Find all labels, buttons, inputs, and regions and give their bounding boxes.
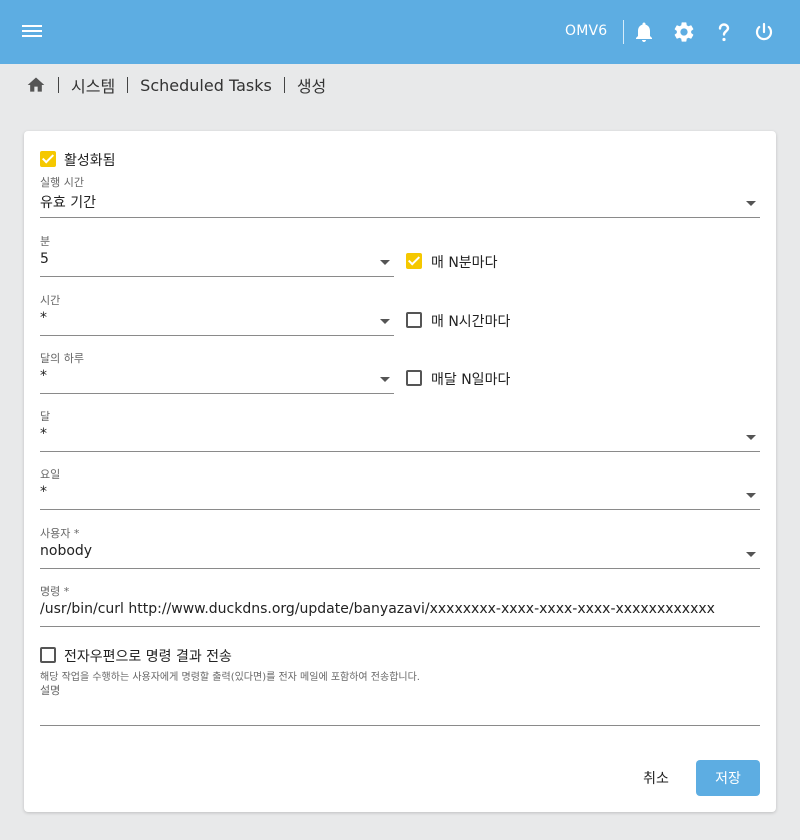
description-input[interactable]: 설명 [40,682,760,726]
field-label: 실행 시간 [40,176,84,189]
field-value: 5 [40,251,49,267]
field-value: * [40,368,47,384]
enabled-checkbox[interactable] [40,151,56,167]
month-select[interactable]: 달 * [40,408,760,452]
every-n-minute-label[interactable]: 매 N분마다 [431,252,497,272]
field-underline [40,568,760,569]
field-underline [40,451,760,452]
send-email-checkbox[interactable] [40,647,56,663]
every-n-minute-checkbox[interactable] [406,253,422,269]
gear-icon[interactable] [672,20,696,44]
command-input[interactable]: 명령 * /usr/bin/curl http://www.duckdns.or… [40,583,760,627]
every-n-day-label[interactable]: 매달 N일마다 [431,369,510,389]
breadcrumb-system[interactable]: 시스템 [71,73,115,97]
breadcrumb-separator [127,77,129,93]
field-label: 명령 * [40,585,70,598]
enabled-label[interactable]: 활성화됨 [64,150,116,170]
power-icon[interactable] [752,20,776,44]
cancel-button[interactable]: 취소 [630,760,682,796]
breadcrumb-create: 생성 [296,77,327,96]
home-icon[interactable] [26,75,46,95]
dropdown-arrow-icon [746,493,756,498]
field-underline [40,393,394,394]
field-underline [40,509,760,510]
field-underline [40,626,760,627]
menu-icon[interactable] [22,22,50,44]
field-underline [40,725,760,726]
field-label: 설명 [40,684,61,697]
hostname: OMV6 [565,23,608,39]
every-n-day-checkbox[interactable] [406,370,422,386]
divider [623,20,624,44]
field-underline [40,276,394,277]
day-of-month-select[interactable]: 달의 하루 * [40,350,394,394]
field-value: * [40,310,47,326]
breadcrumb-separator [58,77,59,93]
field-label: 시간 [40,294,61,307]
field-value: 유효 기간 [40,195,96,211]
every-n-hour-checkbox[interactable] [406,312,422,328]
top-bar: OMV6 [0,0,800,64]
day-of-week-select[interactable]: 요일 * [40,466,760,510]
bell-icon[interactable] [632,20,656,44]
field-label: 분 [40,235,51,248]
field-value: * [40,484,47,500]
field-underline [40,217,760,218]
breadcrumb-scheduled-tasks[interactable]: Scheduled Tasks [140,76,272,95]
field-value: /usr/bin/curl http://www.duckdns.org/upd… [40,601,715,617]
send-email-label[interactable]: 전자우편으로 명령 결과 전송 [64,646,232,666]
minute-select[interactable]: 분 5 [40,233,394,277]
breadcrumb-separator [283,77,285,93]
field-underline [40,335,394,336]
breadcrumb: 시스템 Scheduled Tasks 생성 [26,74,326,96]
send-email-hint: 해당 작업을 수행하는 사용자에게 명령할 출력(있다면)를 전자 메일에 포함… [40,672,420,683]
every-n-hour-label[interactable]: 매 N시간마다 [431,311,510,331]
dropdown-arrow-icon [746,435,756,440]
field-label: 달 [40,410,51,423]
hour-select[interactable]: 시간 * [40,292,394,336]
user-select[interactable]: 사용자 * nobody [40,525,760,569]
save-button[interactable]: 저장 [696,760,760,796]
field-label: 달의 하루 [40,352,84,365]
field-value: * [40,426,47,442]
field-value: nobody [40,543,93,559]
execution-time-select[interactable]: 실행 시간 유효 기간 [40,174,760,218]
field-label: 요일 [40,468,61,481]
field-label: 사용자 * [40,527,80,540]
dropdown-arrow-icon [746,201,756,206]
dropdown-arrow-icon [380,260,390,265]
dropdown-arrow-icon [746,552,756,557]
dropdown-arrow-icon [380,319,390,324]
dropdown-arrow-icon [380,377,390,382]
help-icon[interactable] [712,20,736,44]
